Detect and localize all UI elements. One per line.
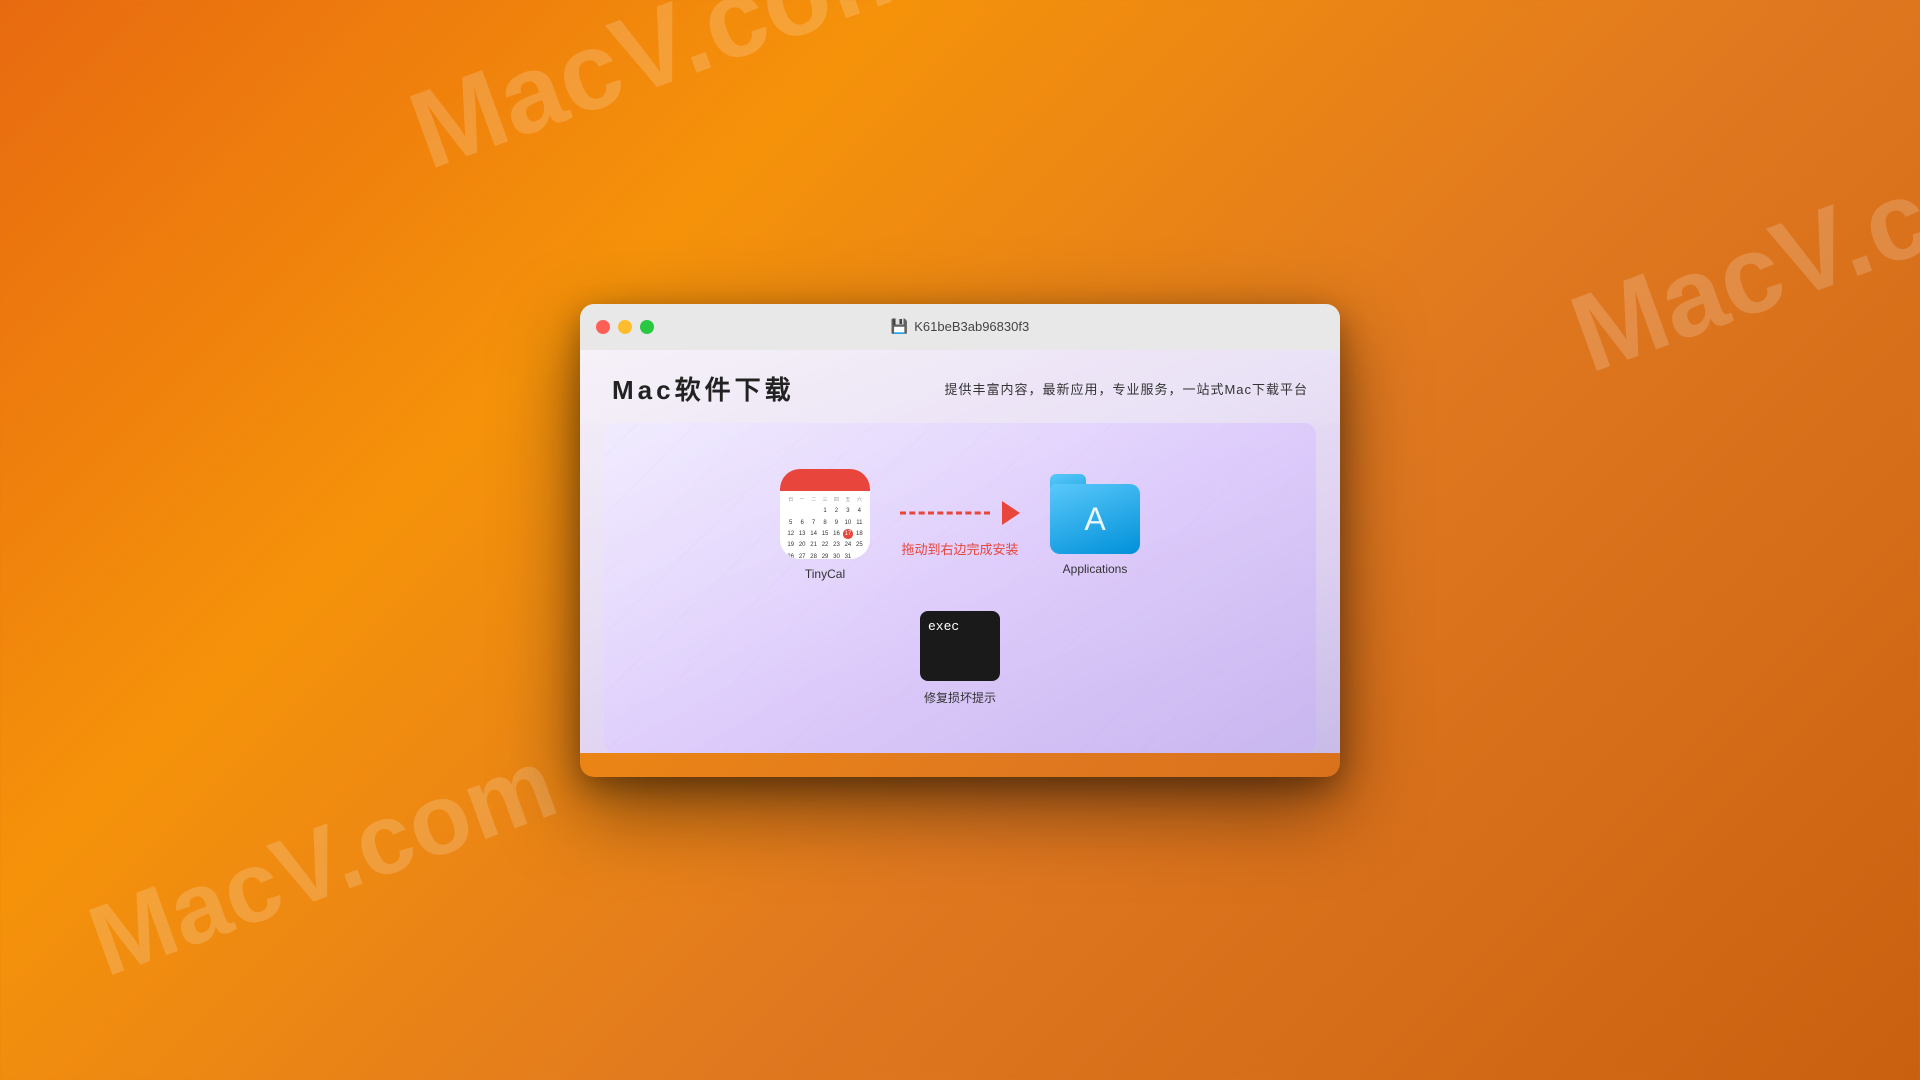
tinycal-icon[interactable]: 日 一 二 三 四 五 六 1 2	[780, 469, 870, 559]
cal-day-30: 30	[832, 552, 841, 559]
cal-day-19: 19	[786, 541, 795, 550]
minimize-button[interactable]	[618, 320, 632, 334]
cal-header-wed: 三	[820, 495, 829, 504]
exec-row: exec 修复损坏提示	[920, 611, 1000, 706]
cal-empty	[797, 506, 806, 515]
drag-label: 拖动到右边完成安装	[901, 539, 1018, 558]
watermark-right: MacV.co	[1555, 129, 1920, 398]
cal-day-14: 14	[809, 529, 818, 538]
cal-header-sat: 六	[855, 495, 864, 504]
calendar-body: 日 一 二 三 四 五 六 1 2	[780, 491, 870, 559]
window-title-text: K61beB3ab96830f3	[914, 319, 1029, 334]
dashed-line	[900, 511, 990, 514]
cal-day-28: 28	[809, 552, 818, 559]
traffic-lights	[596, 320, 654, 334]
cal-day-11: 11	[855, 518, 864, 527]
cal-day-9: 9	[832, 518, 841, 527]
applications-label: Applications	[1063, 562, 1128, 576]
app-header: Mac软件下载 提供丰富内容，最新应用，专业服务，一站式Mac下载平台	[580, 350, 1340, 423]
cal-header-tue: 二	[809, 495, 818, 504]
title-bar: 💾 K61beB3ab96830f3	[580, 304, 1340, 350]
install-row: 日 一 二 三 四 五 六 1 2	[780, 469, 1140, 581]
cal-day-18: 18	[855, 529, 864, 538]
cal-empty	[809, 506, 818, 515]
cal-day-2: 2	[832, 506, 841, 515]
exec-text: exec	[928, 619, 959, 634]
cal-day-26: 26	[786, 552, 795, 559]
cal-day-27: 27	[797, 552, 806, 559]
applications-folder-wrapper: A Applications	[1050, 474, 1140, 576]
cal-day-23: 23	[832, 541, 841, 550]
folder-body: A	[1050, 484, 1140, 554]
arrow-head	[1002, 501, 1020, 525]
cal-day-29: 29	[820, 552, 829, 559]
cal-day-22: 22	[820, 541, 829, 550]
watermark-top: MacV.com	[394, 0, 939, 194]
exec-label: 修复损坏提示	[924, 689, 996, 706]
app-subtitle: 提供丰富内容，最新应用，专业服务，一站式Mac下载平台	[944, 379, 1308, 398]
dmg-install-area: 日 一 二 三 四 五 六 1 2	[604, 423, 1316, 753]
cal-day-21: 21	[809, 541, 818, 550]
cal-header-sun: 日	[786, 495, 795, 504]
window-title-area: 💾 K61beB3ab96830f3	[891, 318, 1029, 335]
cal-day-13: 13	[797, 529, 806, 538]
exec-icon[interactable]: exec	[920, 611, 1000, 681]
cal-day-10: 10	[843, 518, 852, 527]
title-icon: 💾	[891, 318, 908, 335]
cal-empty	[786, 506, 795, 515]
cal-day-31: 31	[843, 552, 852, 559]
app-icon-wrapper: 日 一 二 三 四 五 六 1 2	[780, 469, 870, 581]
app-title: Mac软件下载	[612, 370, 795, 407]
watermark-bottom-left: MacV.com	[75, 725, 571, 999]
cal-day-8: 8	[820, 518, 829, 527]
cal-day-25: 25	[855, 541, 864, 550]
cal-day-4: 4	[855, 506, 864, 515]
cal-header-fri: 五	[843, 495, 852, 504]
dashed-arrow	[900, 493, 1020, 533]
cal-day-1: 1	[820, 506, 829, 515]
maximize-button[interactable]	[640, 320, 654, 334]
cal-day-20: 20	[797, 541, 806, 550]
cal-day-today: 17	[843, 529, 852, 538]
cal-day-5: 5	[786, 518, 795, 527]
cal-day-3: 3	[843, 506, 852, 515]
cal-day-12: 12	[786, 529, 795, 538]
close-button[interactable]	[596, 320, 610, 334]
mac-window: 💾 K61beB3ab96830f3 Mac软件下载 提供丰富内容，最新应用，专…	[580, 304, 1340, 777]
cal-day-6: 6	[797, 518, 806, 527]
drag-arrow-area: 拖动到右边完成安装	[900, 493, 1020, 558]
cal-header-mon: 一	[797, 495, 806, 504]
cal-empty	[855, 552, 864, 559]
cal-day-15: 15	[820, 529, 829, 538]
cal-day-24: 24	[843, 541, 852, 550]
applications-folder-icon[interactable]: A	[1050, 474, 1140, 554]
folder-letter: A	[1084, 501, 1105, 538]
window-content: Mac软件下载 提供丰富内容，最新应用，专业服务，一站式Mac下载平台 日 一 …	[580, 350, 1340, 753]
cal-day-16: 16	[832, 529, 841, 538]
cal-day-7: 7	[809, 518, 818, 527]
cal-header-thu: 四	[832, 495, 841, 504]
tinycal-label: TinyCal	[805, 567, 845, 581]
